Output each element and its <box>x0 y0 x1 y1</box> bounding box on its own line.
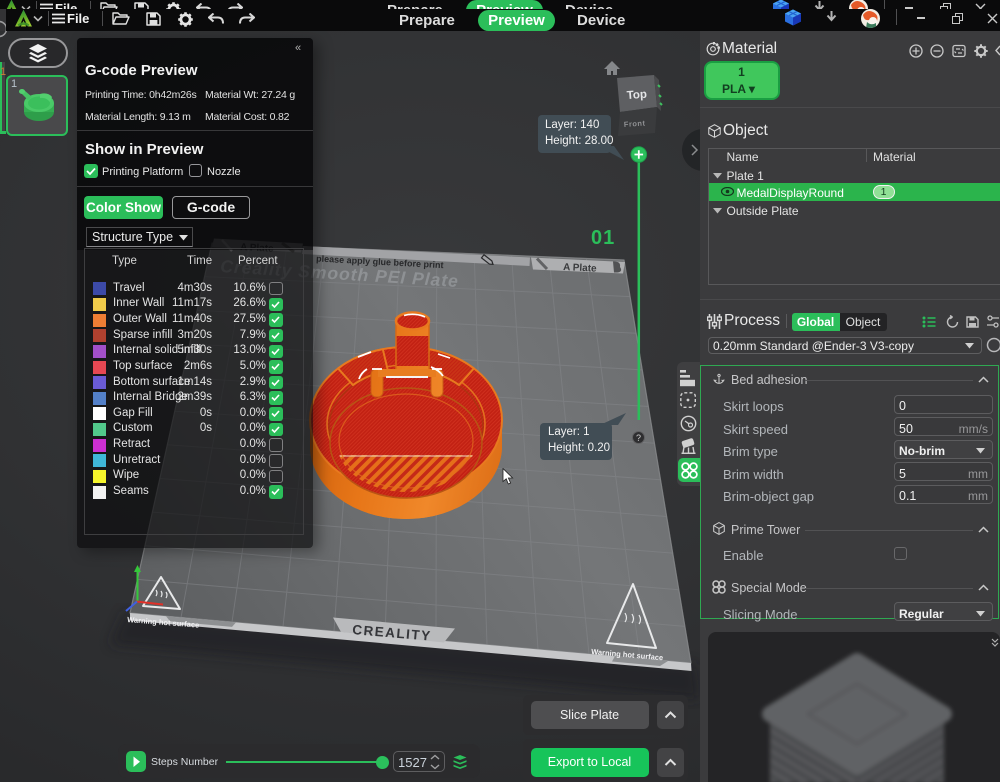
svg-text:A Plate: A Plate <box>563 262 597 275</box>
svg-text:Top: Top <box>626 89 647 102</box>
svg-text:Front: Front <box>624 119 646 129</box>
